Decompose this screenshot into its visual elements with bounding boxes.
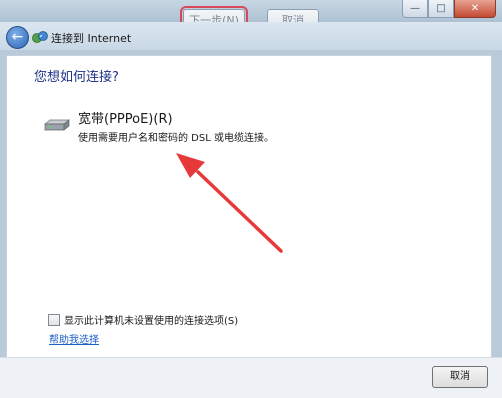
window-title: 连接到 Internet [51,32,132,45]
checkbox-label: 显示此计算机未设置使用的连接选项(S) [64,316,239,327]
broadband-pppoe-option[interactable]: 宽带(PPPoE)(R) 使用需要用户名和密码的 DSL 或电缆连接。 [44,104,304,148]
option-description: 使用需要用户名和密码的 DSL 或电缆连接。 [78,133,274,144]
help-me-choose-link[interactable]: 帮助我选择 [49,331,99,346]
modem-icon [44,119,70,131]
page-heading: 您想如何连接? [34,70,119,85]
back-arrow-icon[interactable]: ← [6,26,29,49]
show-unconfigured-options-row[interactable]: 显示此计算机未设置使用的连接选项(S) [48,312,238,327]
minimize-button[interactable]: — [402,0,428,18]
wizard-footer [0,357,502,398]
show-options-checkbox[interactable] [48,313,60,326]
maximize-button[interactable]: □ [428,0,454,18]
window-controls: — □ ✕ [402,0,496,18]
option-title: 宽带(PPPoE)(R) [78,112,173,127]
network-globe-icon [32,31,48,43]
close-button[interactable]: ✕ [454,0,496,18]
cancel-button[interactable]: 取消 [432,366,488,388]
